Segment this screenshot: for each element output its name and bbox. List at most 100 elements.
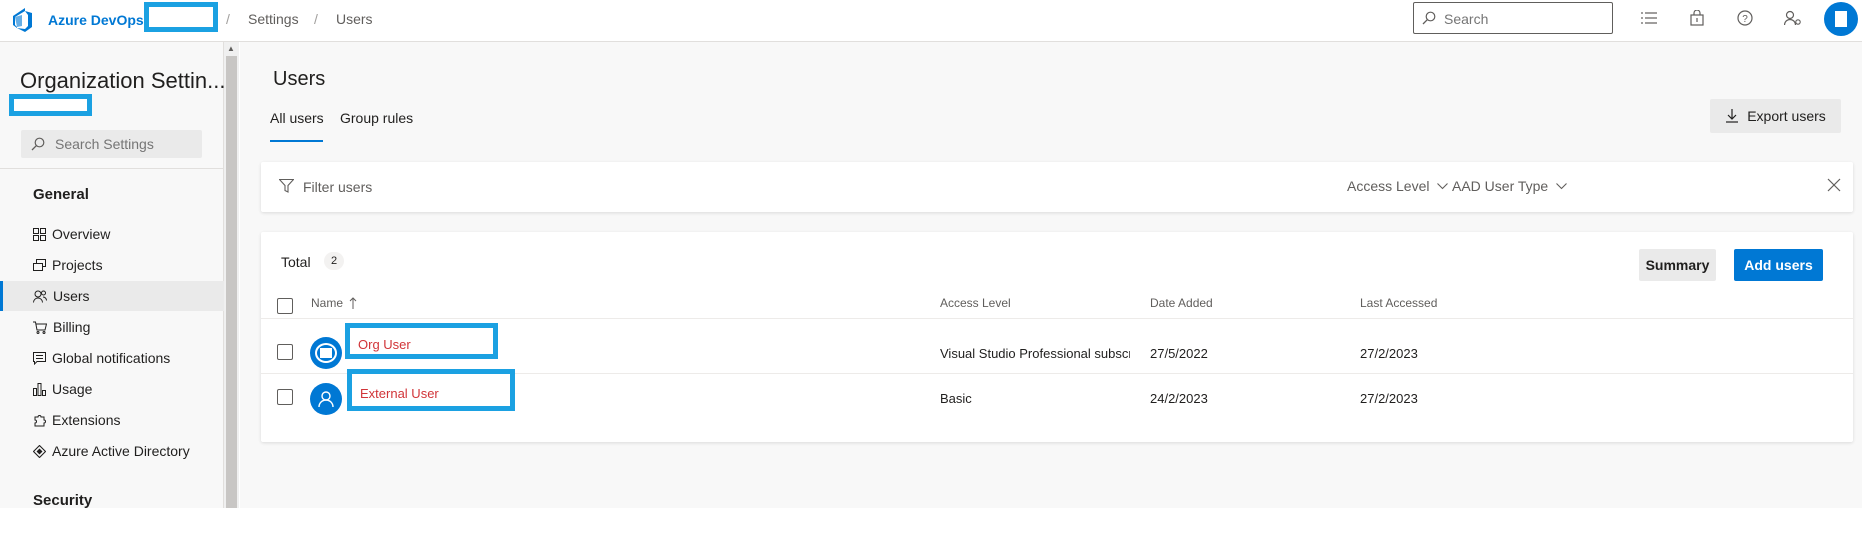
user-name-highlight-box[interactable]: External User bbox=[347, 369, 515, 411]
user-avatar bbox=[310, 337, 342, 369]
app-window: Azure DevOps / Settings / Users ? Organi… bbox=[0, 0, 1862, 538]
avatar-redacted-fill bbox=[320, 348, 332, 358]
breadcrumb-settings[interactable]: Settings bbox=[248, 11, 299, 27]
sidebar-item-users[interactable]: Users bbox=[0, 281, 224, 311]
cart-icon bbox=[33, 321, 47, 334]
sidebar-item-azure-active-directory[interactable]: Azure Active Directory bbox=[0, 436, 224, 466]
top-bar: Azure DevOps / Settings / Users ? bbox=[0, 0, 1862, 42]
column-header-last-accessed[interactable]: Last Accessed bbox=[1360, 296, 1437, 310]
page-title: Users bbox=[273, 68, 326, 90]
profile-avatar-redacted bbox=[1835, 11, 1847, 27]
access-level-dropdown[interactable]: Access Level bbox=[1347, 178, 1449, 194]
total-count-badge: 2 bbox=[324, 252, 344, 270]
user-settings-icon[interactable] bbox=[1782, 7, 1804, 29]
avatar-redacted-ring bbox=[315, 343, 337, 363]
row-divider bbox=[261, 318, 1853, 319]
aad-user-type-dropdown[interactable]: AAD User Type bbox=[1452, 178, 1568, 194]
user-access-level: Basic bbox=[940, 391, 972, 406]
section-general: General bbox=[33, 186, 89, 203]
sidebar-item-label: Users bbox=[53, 288, 90, 304]
filter-users-input[interactable]: Filter users bbox=[303, 179, 372, 195]
azure-devops-logo-icon[interactable] bbox=[10, 7, 36, 33]
sidebar-item-global-notifications[interactable]: Global notifications bbox=[0, 343, 224, 373]
column-header-access-level[interactable]: Access Level bbox=[940, 296, 1011, 310]
sidebar-item-label: Usage bbox=[52, 381, 93, 397]
row-checkbox[interactable] bbox=[277, 344, 293, 360]
select-all-checkbox[interactable] bbox=[277, 298, 293, 314]
settings-search[interactable] bbox=[21, 130, 202, 158]
settings-search-input[interactable] bbox=[55, 135, 195, 153]
user-date-added: 24/2/2023 bbox=[1150, 391, 1208, 406]
user-access-level: Visual Studio Professional subscriptic bbox=[940, 346, 1130, 361]
sidebar-item-extensions[interactable]: Extensions bbox=[0, 405, 224, 435]
column-header-date-added[interactable]: Date Added bbox=[1150, 296, 1213, 310]
global-search-input[interactable] bbox=[1444, 9, 1604, 29]
aad-icon bbox=[33, 444, 46, 458]
sidebar-item-label: Azure Active Directory bbox=[52, 443, 190, 459]
user-date-added: 27/5/2022 bbox=[1150, 346, 1208, 361]
user-last-accessed: 27/2/2023 bbox=[1360, 346, 1418, 361]
sidebar-item-overview[interactable]: Overview bbox=[0, 219, 224, 249]
selected-tab-indicator bbox=[270, 140, 323, 142]
summary-button[interactable]: Summary bbox=[1639, 249, 1716, 281]
help-icon[interactable]: ? bbox=[1734, 7, 1756, 29]
chevron-down-icon bbox=[1437, 182, 1449, 189]
bottom-blank-area bbox=[0, 508, 1862, 538]
users-icon bbox=[33, 290, 47, 303]
search-icon bbox=[31, 137, 45, 151]
aad-user-type-dropdown-label: AAD User Type bbox=[1452, 178, 1549, 194]
breadcrumb-users[interactable]: Users bbox=[336, 11, 373, 27]
sidebar-item-projects[interactable]: Projects bbox=[0, 250, 224, 280]
sidebar-item-label: Projects bbox=[52, 257, 103, 273]
user-name-highlight-box[interactable]: Org User bbox=[345, 323, 498, 359]
column-header-name[interactable]: Name bbox=[311, 296, 357, 310]
section-security: Security bbox=[33, 492, 93, 509]
export-users-button[interactable]: Export users bbox=[1710, 99, 1841, 133]
access-level-dropdown-label: Access Level bbox=[1347, 178, 1430, 194]
scrollbar-thumb[interactable] bbox=[226, 56, 237, 508]
column-header-label: Date Added bbox=[1150, 296, 1213, 310]
breadcrumb-separator: / bbox=[226, 11, 230, 27]
users-table-card: Total 2 Summary Add users Name Access Le… bbox=[261, 232, 1853, 442]
sidebar-item-label: Billing bbox=[53, 319, 91, 335]
filter-icon bbox=[279, 179, 294, 193]
person-icon bbox=[318, 391, 334, 408]
sidebar-divider bbox=[0, 168, 224, 169]
settings-sidebar: Organization Settin... General Overview … bbox=[0, 42, 226, 509]
sidebar-item-billing[interactable]: Billing bbox=[0, 312, 224, 342]
global-search[interactable] bbox=[1413, 2, 1613, 34]
column-header-label: Name bbox=[311, 296, 344, 310]
total-label: Total bbox=[281, 254, 311, 270]
download-icon bbox=[1726, 109, 1739, 123]
user-avatar bbox=[310, 383, 342, 415]
row-checkbox[interactable] bbox=[277, 389, 293, 405]
brand-name[interactable]: Azure DevOps bbox=[48, 12, 144, 28]
filter-bar: Filter users Access Level AAD User Type bbox=[261, 162, 1853, 212]
svg-text:?: ? bbox=[1742, 14, 1748, 25]
work-items-icon[interactable] bbox=[1638, 7, 1660, 29]
user-name[interactable]: External User bbox=[360, 386, 439, 401]
column-header-label: Last Accessed bbox=[1360, 296, 1438, 310]
sidebar-item-usage[interactable]: Usage bbox=[0, 374, 224, 404]
tab-all-users[interactable]: All users bbox=[270, 110, 324, 126]
notifications-icon bbox=[33, 351, 46, 365]
close-icon[interactable] bbox=[1827, 178, 1841, 192]
overview-icon bbox=[33, 227, 46, 241]
sidebar-item-label: Global notifications bbox=[52, 350, 171, 366]
tab-group-rules[interactable]: Group rules bbox=[340, 110, 413, 126]
chevron-down-icon bbox=[1556, 182, 1568, 189]
add-users-button[interactable]: Add users bbox=[1734, 249, 1823, 281]
projects-icon bbox=[33, 259, 46, 271]
sidebar-scrollbar[interactable]: ▲ bbox=[224, 42, 239, 508]
organization-settings-title: Organization Settin... bbox=[20, 68, 226, 93]
profile-avatar[interactable] bbox=[1824, 2, 1858, 36]
scroll-up-icon[interactable]: ▲ bbox=[227, 44, 235, 53]
organization-redacted-box[interactable] bbox=[144, 2, 218, 32]
usage-icon bbox=[33, 382, 46, 396]
user-last-accessed: 27/2/2023 bbox=[1360, 391, 1418, 406]
column-header-label: Access Level bbox=[940, 296, 1011, 310]
main-content: Users All users Group rules Export users… bbox=[240, 42, 1862, 508]
user-name[interactable]: Org User bbox=[358, 337, 411, 352]
marketplace-bag-icon[interactable] bbox=[1686, 7, 1708, 29]
search-icon bbox=[1422, 11, 1436, 25]
